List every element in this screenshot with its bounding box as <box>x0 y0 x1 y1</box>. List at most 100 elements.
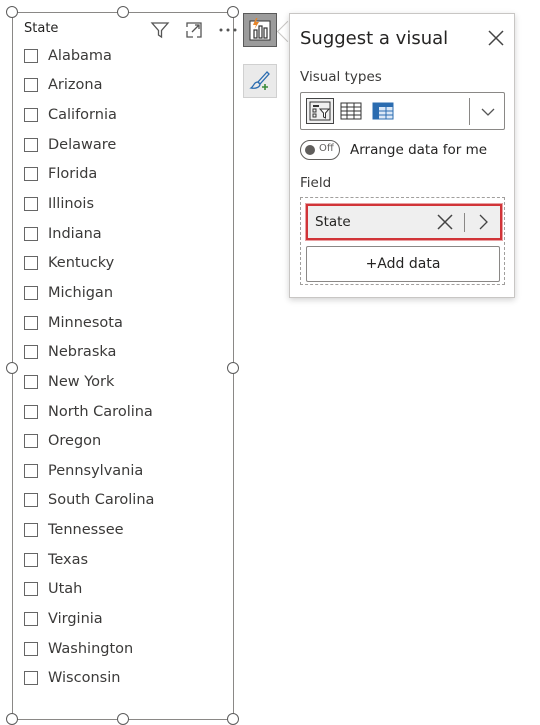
checkbox[interactable] <box>24 434 38 449</box>
checkbox[interactable] <box>24 523 38 538</box>
slicer-item-label: Pennsylvania <box>48 462 144 479</box>
checkbox[interactable] <box>24 611 38 626</box>
toggle-state-text: Off <box>319 143 334 154</box>
field-name: State <box>315 214 351 230</box>
resize-handle-top-left[interactable] <box>6 6 18 18</box>
remove-field-icon[interactable] <box>435 212 455 232</box>
checkbox[interactable] <box>24 48 38 63</box>
checkbox[interactable] <box>24 552 38 567</box>
slicer-item-label: Washington <box>48 640 134 657</box>
slicer-item[interactable]: Indiana <box>24 219 154 249</box>
close-icon[interactable] <box>486 28 506 48</box>
field-separator <box>464 213 465 232</box>
slicer-item[interactable]: South Carolina <box>24 486 154 516</box>
slicer-title: State <box>24 21 59 36</box>
focus-mode-icon[interactable] <box>183 19 205 41</box>
slicer-item-label: Minnesota <box>48 314 123 331</box>
field-label: Field <box>300 175 332 191</box>
arrange-data-toggle[interactable]: Off <box>300 140 340 160</box>
slicer-item-label: Oregon <box>48 433 102 450</box>
slicer-item[interactable]: Virginia <box>24 604 154 634</box>
visual-types-picker <box>300 92 505 130</box>
checkbox[interactable] <box>24 197 38 212</box>
slicer-item[interactable]: Kentucky <box>24 248 154 278</box>
chevron-right-icon[interactable] <box>473 212 493 232</box>
slicer-item[interactable]: Minnesota <box>24 308 154 338</box>
slicer-item-label: California <box>48 107 117 124</box>
slicer-item[interactable]: Florida <box>24 160 154 190</box>
checkbox[interactable] <box>24 78 38 93</box>
resize-handle-top[interactable] <box>117 6 129 18</box>
slicer-item-label: Kentucky <box>48 255 115 272</box>
checkbox[interactable] <box>24 226 38 241</box>
slicer-item-label: Michigan <box>48 284 114 301</box>
checkbox[interactable] <box>24 404 38 419</box>
slicer-item[interactable]: Arizona <box>24 71 154 101</box>
slicer-item-label: North Carolina <box>48 403 153 420</box>
slicer-item[interactable]: Delaware <box>24 130 154 160</box>
slicer-item-label: Utah <box>48 581 83 598</box>
slicer-item[interactable]: Oregon <box>24 426 154 456</box>
checkbox[interactable] <box>24 256 38 271</box>
slicer-item[interactable]: New York <box>24 367 154 397</box>
checkbox[interactable] <box>24 137 38 152</box>
filter-icon[interactable] <box>149 19 171 41</box>
suggest-visual-button[interactable] <box>243 13 277 47</box>
visual-types-label: Visual types <box>300 69 382 85</box>
visual-types-divider <box>469 98 470 125</box>
add-data-button[interactable]: +Add data <box>306 246 500 282</box>
slicer-item-label: Illinois <box>48 196 95 213</box>
slicer-item[interactable]: California <box>24 100 154 130</box>
checkbox[interactable] <box>24 345 38 360</box>
checkbox[interactable] <box>24 671 38 686</box>
field-pill-state[interactable]: State <box>306 204 502 240</box>
slicer-item-label: Indiana <box>48 225 102 242</box>
checkbox[interactable] <box>24 167 38 182</box>
matrix-visual-icon[interactable] <box>369 98 397 124</box>
resize-handle-top-right[interactable] <box>227 6 239 18</box>
resize-handle-bottom[interactable] <box>117 713 129 725</box>
state-slicer[interactable]: State Alabama Arizona California Delaware Fl… <box>6 6 239 725</box>
slicer-item[interactable]: Wisconsin <box>24 663 154 693</box>
panel-title: Suggest a visual <box>300 28 449 49</box>
slicer-item[interactable]: Texas <box>24 545 154 575</box>
checkbox[interactable] <box>24 641 38 656</box>
slicer-visual-icon[interactable] <box>306 98 334 124</box>
checkbox[interactable] <box>24 315 38 330</box>
resize-handle-left[interactable] <box>6 362 18 374</box>
suggest-visual-panel: Suggest a visual Visual types Off Arrang… <box>289 13 515 298</box>
more-options-icon[interactable] <box>217 19 239 41</box>
resize-handle-right[interactable] <box>227 362 239 374</box>
slicer-item[interactable]: Alabama <box>24 41 154 71</box>
slicer-item[interactable]: Utah <box>24 575 154 605</box>
slicer-item-label: Nebraska <box>48 344 117 361</box>
slicer-item[interactable]: Illinois <box>24 189 154 219</box>
checkbox[interactable] <box>24 285 38 300</box>
checkbox[interactable] <box>24 108 38 123</box>
slicer-item[interactable]: Tennessee <box>24 515 154 545</box>
slicer-item-label: Alabama <box>48 47 112 64</box>
toggle-knob <box>305 145 315 155</box>
slicer-item[interactable]: Michigan <box>24 278 154 308</box>
slicer-item[interactable]: Pennsylvania <box>24 456 154 486</box>
chevron-down-icon[interactable] <box>477 101 499 123</box>
slicer-list: Alabama Arizona California Delaware Florida I… <box>24 41 154 693</box>
slicer-item-label: Wisconsin <box>48 670 121 687</box>
checkbox[interactable] <box>24 374 38 389</box>
format-visual-button[interactable] <box>243 64 277 98</box>
resize-handle-bottom-right[interactable] <box>227 713 239 725</box>
slicer-item-label: Virginia <box>48 610 103 627</box>
checkbox[interactable] <box>24 463 38 478</box>
slicer-item-label: South Carolina <box>48 492 155 509</box>
slicer-header: State <box>24 19 237 41</box>
slicer-item-label: Florida <box>48 166 98 183</box>
slicer-item-label: Texas <box>48 551 89 568</box>
slicer-item[interactable]: North Carolina <box>24 397 154 427</box>
checkbox[interactable] <box>24 582 38 597</box>
table-visual-icon[interactable] <box>337 98 365 124</box>
slicer-item-label: Delaware <box>48 136 117 153</box>
slicer-item[interactable]: Washington <box>24 634 154 664</box>
resize-handle-bottom-left[interactable] <box>6 713 18 725</box>
checkbox[interactable] <box>24 493 38 508</box>
slicer-item[interactable]: Nebraska <box>24 337 154 367</box>
